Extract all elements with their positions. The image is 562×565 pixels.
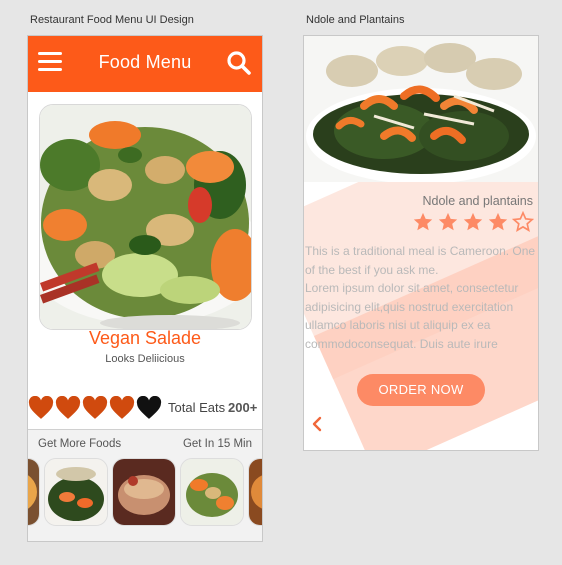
food-thumbnail[interactable] xyxy=(28,458,40,526)
dish-name: Vegan Salade xyxy=(88,328,202,348)
heart-icon[interactable] xyxy=(109,396,135,420)
search-icon[interactable] xyxy=(226,50,252,76)
description-intro: This is a traditional meal is Cameroon. … xyxy=(305,244,536,277)
star-icon[interactable] xyxy=(487,211,509,233)
artboard-title-left: Restaurant Food Menu UI Design xyxy=(30,14,194,26)
star-icon[interactable] xyxy=(462,211,484,233)
heart-icon[interactable] xyxy=(28,396,54,420)
artboard-title-right: Ndole and Plantains xyxy=(306,14,405,26)
food-thumbnail[interactable] xyxy=(248,458,262,526)
description-lorem: Lorem ipsum dolor sit amet, consectetur … xyxy=(305,281,519,351)
food-thumbnail[interactable] xyxy=(44,458,108,526)
food-menu-screen: Food Menu Vegan Salade Looks Deliicious … xyxy=(27,35,263,542)
star-icon[interactable] xyxy=(437,211,459,233)
order-now-button[interactable]: ORDER NOW xyxy=(357,374,485,406)
heart-icon[interactable] xyxy=(55,396,81,420)
ndole-detail-screen: Ndole and plantains This is a traditiona… xyxy=(303,35,539,451)
total-eats-label: Total Eats xyxy=(168,400,226,415)
star-outline-icon[interactable] xyxy=(512,211,534,233)
get-more-foods-link[interactable]: Get More Foods xyxy=(38,438,121,450)
food-thumbnail[interactable] xyxy=(112,458,176,526)
dish-image[interactable] xyxy=(39,104,252,330)
star-icon[interactable] xyxy=(412,211,434,233)
dish-subtitle: Looks Deliicious xyxy=(105,353,185,365)
chevron-left-icon[interactable] xyxy=(311,416,323,432)
app-header: Food Menu xyxy=(28,36,262,92)
dish-photo xyxy=(304,36,538,182)
dish-title: Ndole and plantains xyxy=(422,194,534,208)
more-foods-bar: Get More Foods Get In 15 Min xyxy=(28,429,262,541)
food-thumbnails xyxy=(28,458,262,526)
delivery-time-label[interactable]: Get In 15 Min xyxy=(183,438,252,450)
heart-icon[interactable] xyxy=(136,396,162,420)
food-thumbnail[interactable] xyxy=(180,458,244,526)
total-eats-count: 200+ xyxy=(228,400,258,415)
heart-rating[interactable] xyxy=(28,396,163,420)
dish-description: This is a traditional meal is Cameroon. … xyxy=(305,242,537,353)
star-rating[interactable] xyxy=(409,211,534,233)
heart-icon[interactable] xyxy=(82,396,108,420)
